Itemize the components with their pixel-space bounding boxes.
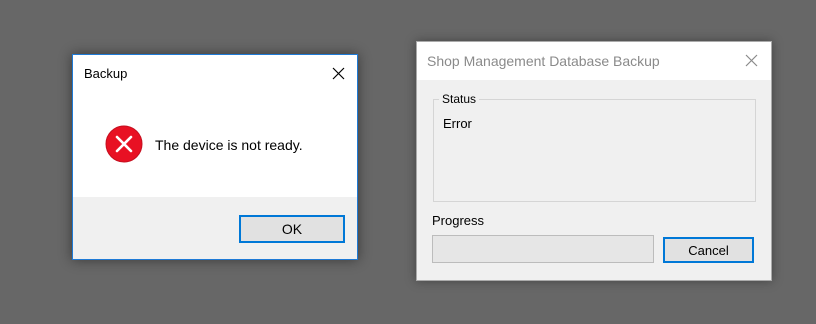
backup-window: Shop Management Database Backup Status E… (416, 41, 772, 281)
message-box-title: Backup (84, 66, 128, 81)
status-value: Error (443, 116, 472, 131)
close-icon (745, 54, 758, 67)
ok-button[interactable]: OK (239, 215, 345, 243)
error-icon (105, 125, 143, 163)
backup-window-close-button[interactable] (731, 42, 771, 80)
progress-bar (432, 235, 654, 263)
backup-window-titlebar[interactable]: Shop Management Database Backup (417, 42, 771, 80)
status-groupbox (433, 99, 756, 202)
backup-window-title: Shop Management Database Backup (427, 53, 660, 69)
message-text: The device is not ready. (155, 137, 303, 153)
desktop: Backup The device is not ready. OK Shop … (0, 0, 816, 324)
progress-label: Progress (432, 213, 485, 228)
message-box-close-button[interactable] (321, 55, 357, 93)
cancel-button[interactable]: Cancel (663, 237, 754, 263)
message-box-dialog: Backup The device is not ready. OK (72, 54, 358, 260)
message-box-titlebar[interactable]: Backup (73, 55, 357, 93)
status-group-label: Status (439, 92, 480, 106)
close-icon (332, 67, 345, 80)
